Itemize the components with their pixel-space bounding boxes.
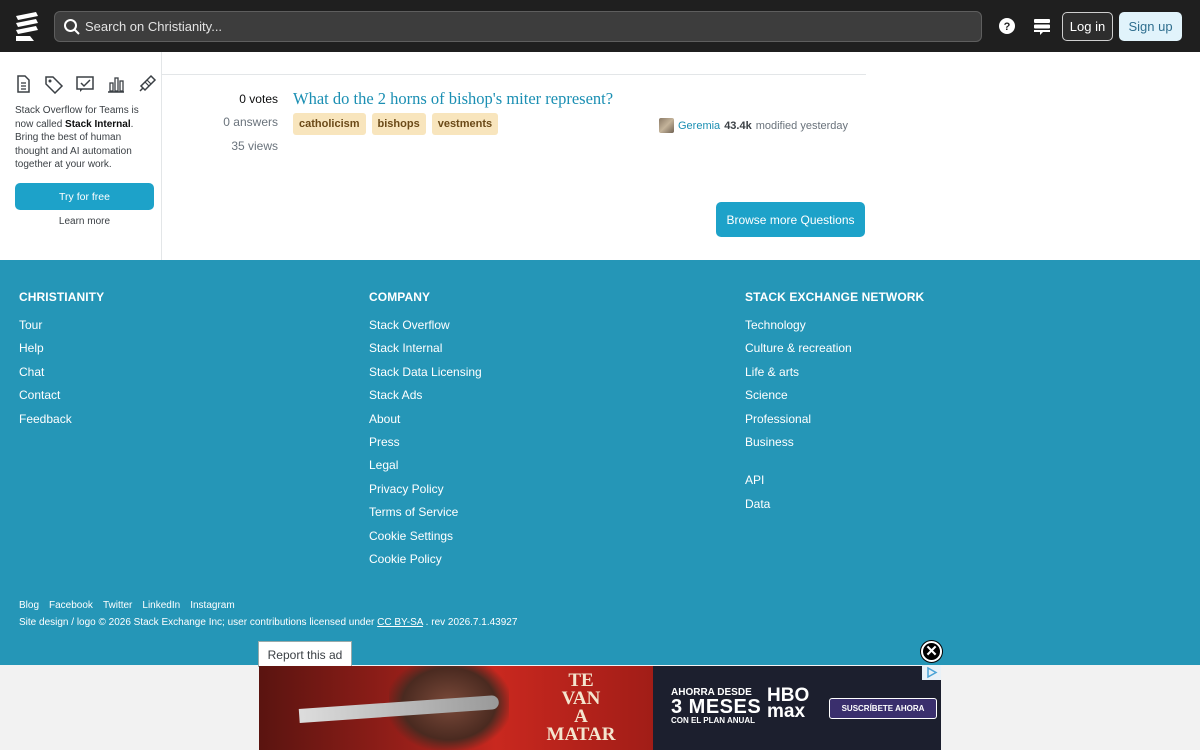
footer-heading[interactable]: CHRISTIANITY — [19, 290, 104, 304]
footer-column-christianity: CHRISTIANITY Tour Help Chat Contact Feed… — [19, 290, 104, 435]
signup-button[interactable]: Sign up — [1119, 12, 1182, 41]
teams-promo-text: Stack Overflow for Teams is now called S… — [15, 105, 139, 170]
footer-link-api[interactable]: API — [745, 473, 924, 496]
try-for-free-button[interactable]: Try for free — [15, 183, 154, 210]
footer-column-company: COMPANY Stack Overflow Stack Internal St… — [369, 290, 482, 575]
footer-link-professional[interactable]: Professional — [745, 412, 924, 435]
adchoices-icon[interactable] — [922, 665, 941, 680]
ad-promo-panel: AHORRA DESDE 3 MESES CON EL PLAN ANUAL H… — [653, 666, 941, 750]
footer-link-feedback[interactable]: Feedback — [19, 412, 104, 435]
social-link-instagram[interactable]: Instagram — [190, 600, 234, 611]
ad-movie-image: TE VAN A MATAR — [259, 666, 653, 750]
social-link-blog[interactable]: Blog — [19, 600, 39, 611]
tags-icon[interactable] — [44, 74, 64, 95]
footer-link-chat[interactable]: Chat — [19, 365, 104, 388]
svg-text:?: ? — [1004, 21, 1011, 33]
sidebar-icons — [13, 74, 157, 95]
left-sidebar: Stack Overflow for Teams is now called S… — [0, 52, 162, 260]
footer-link-science[interactable]: Science — [745, 388, 924, 411]
learn-more-link[interactable]: Learn more — [15, 216, 154, 227]
advertisement-banner[interactable]: TE VAN A MATAR AHORRA DESDE 3 MESES CON … — [259, 666, 941, 750]
user-name-link[interactable]: Geremia — [678, 120, 720, 132]
badge-icon[interactable] — [137, 74, 157, 94]
questions-icon[interactable] — [13, 74, 33, 94]
user-card: Geremia 43.4k modified yesterday — [659, 118, 848, 133]
footer-link-stack-ads[interactable]: Stack Ads — [369, 388, 482, 411]
footer-link-terms-of-service[interactable]: Terms of Service — [369, 505, 482, 528]
chart-icon[interactable] — [106, 74, 126, 94]
ad-fine-print — [659, 736, 935, 746]
ad-movie-title: TE VAN A MATAR — [546, 670, 616, 745]
footer-link-cookie-policy[interactable]: Cookie Policy — [369, 552, 482, 575]
subscribe-button[interactable]: SUSCRÍBETE AHORA — [829, 698, 937, 719]
social-links: Blog Facebook Twitter LinkedIn Instagram — [19, 600, 235, 611]
copyright-text: Site design / logo © 2026 Stack Exchange… — [19, 617, 518, 628]
vote-count: 0 votes — [239, 92, 278, 106]
site-switcher-icon[interactable] — [1031, 15, 1053, 37]
chat-icon[interactable] — [75, 74, 95, 94]
search-icon — [63, 18, 81, 36]
login-button[interactable]: Log in — [1062, 12, 1113, 41]
footer-link-stack-internal[interactable]: Stack Internal — [369, 341, 482, 364]
footer-link-life-arts[interactable]: Life & arts — [745, 365, 924, 388]
answer-count: 0 answers — [223, 115, 278, 129]
footer-link-technology[interactable]: Technology — [745, 318, 924, 341]
social-link-linkedin[interactable]: LinkedIn — [142, 600, 180, 611]
footer-heading[interactable]: STACK EXCHANGE NETWORK — [745, 290, 924, 304]
social-link-twitter[interactable]: Twitter — [103, 600, 132, 611]
tag-bishops[interactable]: bishops — [371, 113, 426, 135]
tag-vestments[interactable]: vestments — [431, 113, 499, 135]
footer-link-legal[interactable]: Legal — [369, 458, 482, 481]
license-link[interactable]: CC BY-SA — [377, 617, 423, 628]
footer-link-contact[interactable]: Contact — [19, 388, 104, 411]
avatar[interactable] — [659, 118, 674, 133]
question-title-link[interactable]: What do the 2 horns of bishop's miter re… — [293, 89, 613, 109]
tag-list: catholicism bishops vestments — [293, 113, 499, 135]
footer-link-stack-overflow[interactable]: Stack Overflow — [369, 318, 482, 341]
social-link-facebook[interactable]: Facebook — [49, 600, 93, 611]
tag-catholicism[interactable]: catholicism — [293, 113, 366, 135]
divider — [162, 74, 866, 75]
footer-link-data[interactable]: Data — [745, 497, 924, 520]
site-footer: CHRISTIANITY Tour Help Chat Contact Feed… — [0, 260, 1200, 665]
footer-link-cookie-settings[interactable]: Cookie Settings — [369, 529, 482, 552]
top-bar: ? Log in Sign up — [0, 0, 1200, 52]
stack-exchange-logo-icon[interactable] — [14, 10, 40, 42]
search-input[interactable] — [85, 12, 965, 41]
footer-link-help[interactable]: Help — [19, 341, 104, 364]
user-reputation: 43.4k — [724, 119, 752, 132]
footer-column-network: STACK EXCHANGE NETWORK Technology Cultur… — [745, 290, 924, 520]
footer-spacer — [745, 458, 924, 473]
view-count: 35 views — [231, 139, 278, 153]
ad-promo-line3: CON EL PLAN ANUAL — [671, 716, 755, 725]
search-box[interactable] — [54, 11, 982, 42]
footer-link-privacy-policy[interactable]: Privacy Policy — [369, 482, 482, 505]
help-icon[interactable]: ? — [996, 15, 1018, 37]
footer-link-press[interactable]: Press — [369, 435, 482, 458]
browse-more-questions-button[interactable]: Browse more Questions — [716, 202, 865, 237]
close-ad-button[interactable]: ✕ — [921, 641, 942, 662]
footer-link-about[interactable]: About — [369, 412, 482, 435]
footer-heading[interactable]: COMPANY — [369, 290, 482, 304]
modified-time: modified yesterday — [755, 119, 849, 132]
footer-link-culture-recreation[interactable]: Culture & recreation — [745, 341, 924, 364]
hbo-max-logo: HBO max — [767, 685, 810, 722]
footer-link-business[interactable]: Business — [745, 435, 924, 458]
report-ad-button[interactable]: Report this ad — [258, 641, 352, 667]
footer-link-tour[interactable]: Tour — [19, 318, 104, 341]
footer-link-stack-data-licensing[interactable]: Stack Data Licensing — [369, 365, 482, 388]
